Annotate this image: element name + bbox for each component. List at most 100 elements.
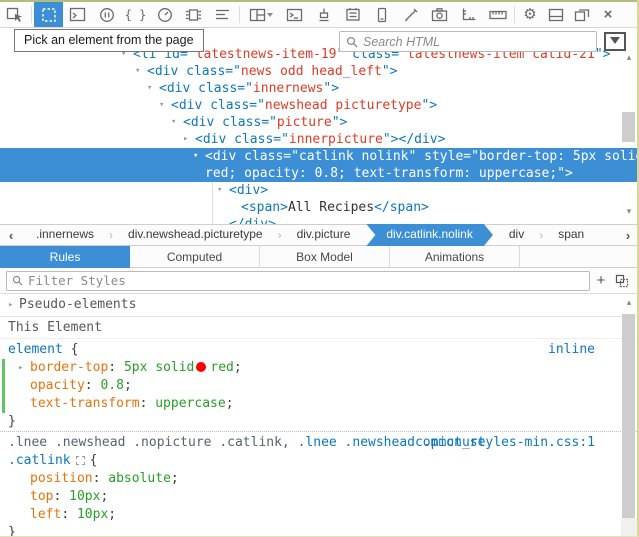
filter-styles-input[interactable] — [28, 273, 584, 288]
expand-shorthand-icon[interactable]: ▸ — [18, 359, 23, 377]
markup-token: <div class=" — [171, 98, 265, 113]
rule-selector[interactable]: element — [8, 342, 63, 357]
rules-scrollbar-track[interactable] — [621, 518, 637, 537]
camera-icon — [431, 8, 448, 22]
markup-row[interactable]: ▾ <div class="picture"> — [0, 114, 637, 131]
breadcrumb-item-div-catlink-nolink[interactable]: div.catlink.nolink — [366, 224, 492, 246]
css-rule-stylesheet: common_styles-min.css:1 .lnee .newshead … — [0, 432, 637, 537]
markup-token: red; opacity: 0.8; text-transform: upper… — [205, 166, 558, 181]
css-property-row[interactable]: ▸ border-top: 5px solid red; — [0, 359, 637, 377]
toggle-pseudo-classes-button[interactable] — [612, 274, 632, 288]
side-panel-icon — [286, 8, 303, 21]
rule-selector-unmatched[interactable]: .lnee .newshead .nopicture .catlink, — [8, 435, 290, 450]
markup-token: newshead picturetype — [264, 98, 422, 113]
markup-row[interactable]: </div> — [0, 216, 637, 224]
markup-row[interactable]: ▾ <div class="innernews"> — [0, 80, 637, 97]
color-swatch-red[interactable] — [196, 362, 207, 372]
rule-selector-matched[interactable]: .catlink — [8, 453, 71, 468]
collapse-twisty-icon[interactable]: ▾ — [171, 114, 183, 131]
css-property-row[interactable]: top: 10px; — [0, 488, 637, 506]
rules-scroll-up[interactable]: ▴ — [621, 297, 637, 308]
collapse-twisty-icon[interactable]: ▾ — [147, 80, 159, 97]
tab-rules[interactable]: Rules — [0, 246, 130, 268]
search-html-box[interactable] — [339, 31, 597, 52]
markup-row[interactable]: ▾ <div class="newshead picturetype"> — [0, 97, 637, 114]
markup-row[interactable]: ▾ <div class="news odd head_left"> — [0, 63, 637, 80]
style-brush-button[interactable] — [309, 2, 338, 27]
tab-box-model[interactable]: Box Model — [260, 246, 390, 268]
breadcrumb-item-span[interactable]: span — [544, 224, 598, 246]
breadcrumb-item-div-picture[interactable]: div.picture — [283, 224, 365, 246]
close-devtools-button[interactable]: × — [595, 2, 621, 27]
breadcrumb-item--innernews[interactable]: .innernews — [22, 224, 108, 246]
expand-twisty-icon[interactable]: ▸ — [8, 294, 19, 316]
markup-row[interactable]: ▾ <div class="catlink nolink" style="bord… — [0, 148, 637, 165]
markup-token: "> — [381, 64, 398, 79]
search-icon — [346, 36, 358, 47]
css-property-row[interactable]: left: 10px; — [0, 506, 637, 524]
markup-row[interactable]: <span>All Recipes</span> — [0, 199, 637, 216]
side-panel-button[interactable] — [280, 2, 309, 27]
css-property-row[interactable]: opacity: 0.8; — [0, 377, 637, 395]
expand-twisty-icon[interactable]: ▸ — [183, 131, 195, 148]
markup-scroll-up[interactable]: ▴ — [621, 52, 637, 63]
style-editor-tab[interactable]: { } — [121, 2, 150, 27]
responsive-mode-button[interactable] — [367, 2, 396, 27]
pick-element-button[interactable] — [0, 2, 29, 27]
console-tab[interactable] — [63, 2, 92, 27]
add-rule-button[interactable]: + — [590, 272, 612, 289]
tab-animations[interactable]: Animations — [390, 246, 520, 268]
notepad-icon — [345, 8, 360, 21]
markup-row[interactable]: red; opacity: 0.8; text-transform: upper… — [0, 165, 637, 182]
chevron-down-icon — [267, 12, 273, 17]
css-property-row[interactable]: text-transform: uppercase; — [0, 395, 637, 413]
markup-scroll-down[interactable]: ▾ — [621, 206, 637, 217]
filter-styles-box[interactable] — [6, 270, 590, 291]
breadcrumb-back-button[interactable]: ‹ — [0, 228, 22, 243]
dock-bottom-button[interactable] — [543, 2, 569, 27]
collapse-twisty-icon[interactable]: ▾ — [159, 97, 171, 114]
breadcrumb-forward-button[interactable]: › — [617, 228, 639, 243]
markup-row[interactable]: ▸ <div class="innerpicture"></div> — [0, 131, 637, 148]
collapse-twisty-icon[interactable]: ▾ — [193, 148, 205, 165]
markup-token: <div> — [229, 183, 269, 198]
markup-scrollbar-thumb[interactable] — [622, 112, 635, 142]
markup-row[interactable]: ▾ <div> — [0, 182, 637, 199]
markup-token: </div> — [229, 217, 276, 224]
pseudo-elements-header[interactable]: ▸ Pseudo-elements — [0, 294, 637, 317]
markup-token: "> — [323, 81, 340, 96]
expand-pane-button[interactable] — [604, 32, 626, 51]
css-rule-inline: inline element { ▸ border-top: 5px solid… — [0, 339, 637, 431]
markup-token: <div class=" — [183, 115, 277, 130]
performance-tab[interactable] — [150, 2, 179, 27]
toolbar-separator — [239, 6, 240, 23]
network-tab[interactable] — [208, 2, 237, 27]
search-html-input[interactable] — [363, 34, 590, 49]
separate-window-button[interactable] — [569, 2, 595, 27]
rule-origin-inline: inline — [548, 342, 595, 357]
notes-button[interactable] — [338, 2, 367, 27]
inspector-tab[interactable] — [34, 2, 63, 27]
tab-computed[interactable]: Computed — [130, 246, 260, 268]
debugger-tab[interactable] — [92, 2, 121, 27]
highlight-selector-icon[interactable] — [75, 456, 85, 465]
rule-selector-matched[interactable]: .lnee .newshead .picture — [290, 435, 486, 450]
settings-button[interactable]: ⚙ — [517, 2, 543, 27]
screenshot-button[interactable] — [425, 2, 454, 27]
collapse-twisty-icon[interactable]: ▾ — [135, 63, 147, 80]
measure-ruler-button[interactable] — [483, 2, 512, 27]
breadcrumb-item-div[interactable]: div — [495, 224, 538, 246]
devtools-toolbar: { } ⚙ × — [0, 2, 639, 28]
markup-token: <div class=" — [195, 132, 289, 147]
eyedropper-button[interactable] — [396, 2, 425, 27]
copy-rules-icon — [615, 274, 629, 287]
measure-corner-button[interactable] — [454, 2, 483, 27]
memory-tab[interactable] — [179, 2, 208, 27]
markup-token: catlink nolink — [298, 149, 409, 164]
breadcrumb-item-div-newshead-picturetype[interactable]: div.newshead.picturetype — [114, 224, 277, 246]
css-property-row[interactable]: position: absolute; — [0, 470, 637, 488]
rules-scrollbar-thumb[interactable] — [622, 314, 635, 518]
collapse-twisty-icon[interactable]: ▾ — [217, 182, 229, 199]
markup-token: news odd head_left — [240, 64, 382, 79]
split-view-button[interactable] — [242, 2, 280, 27]
